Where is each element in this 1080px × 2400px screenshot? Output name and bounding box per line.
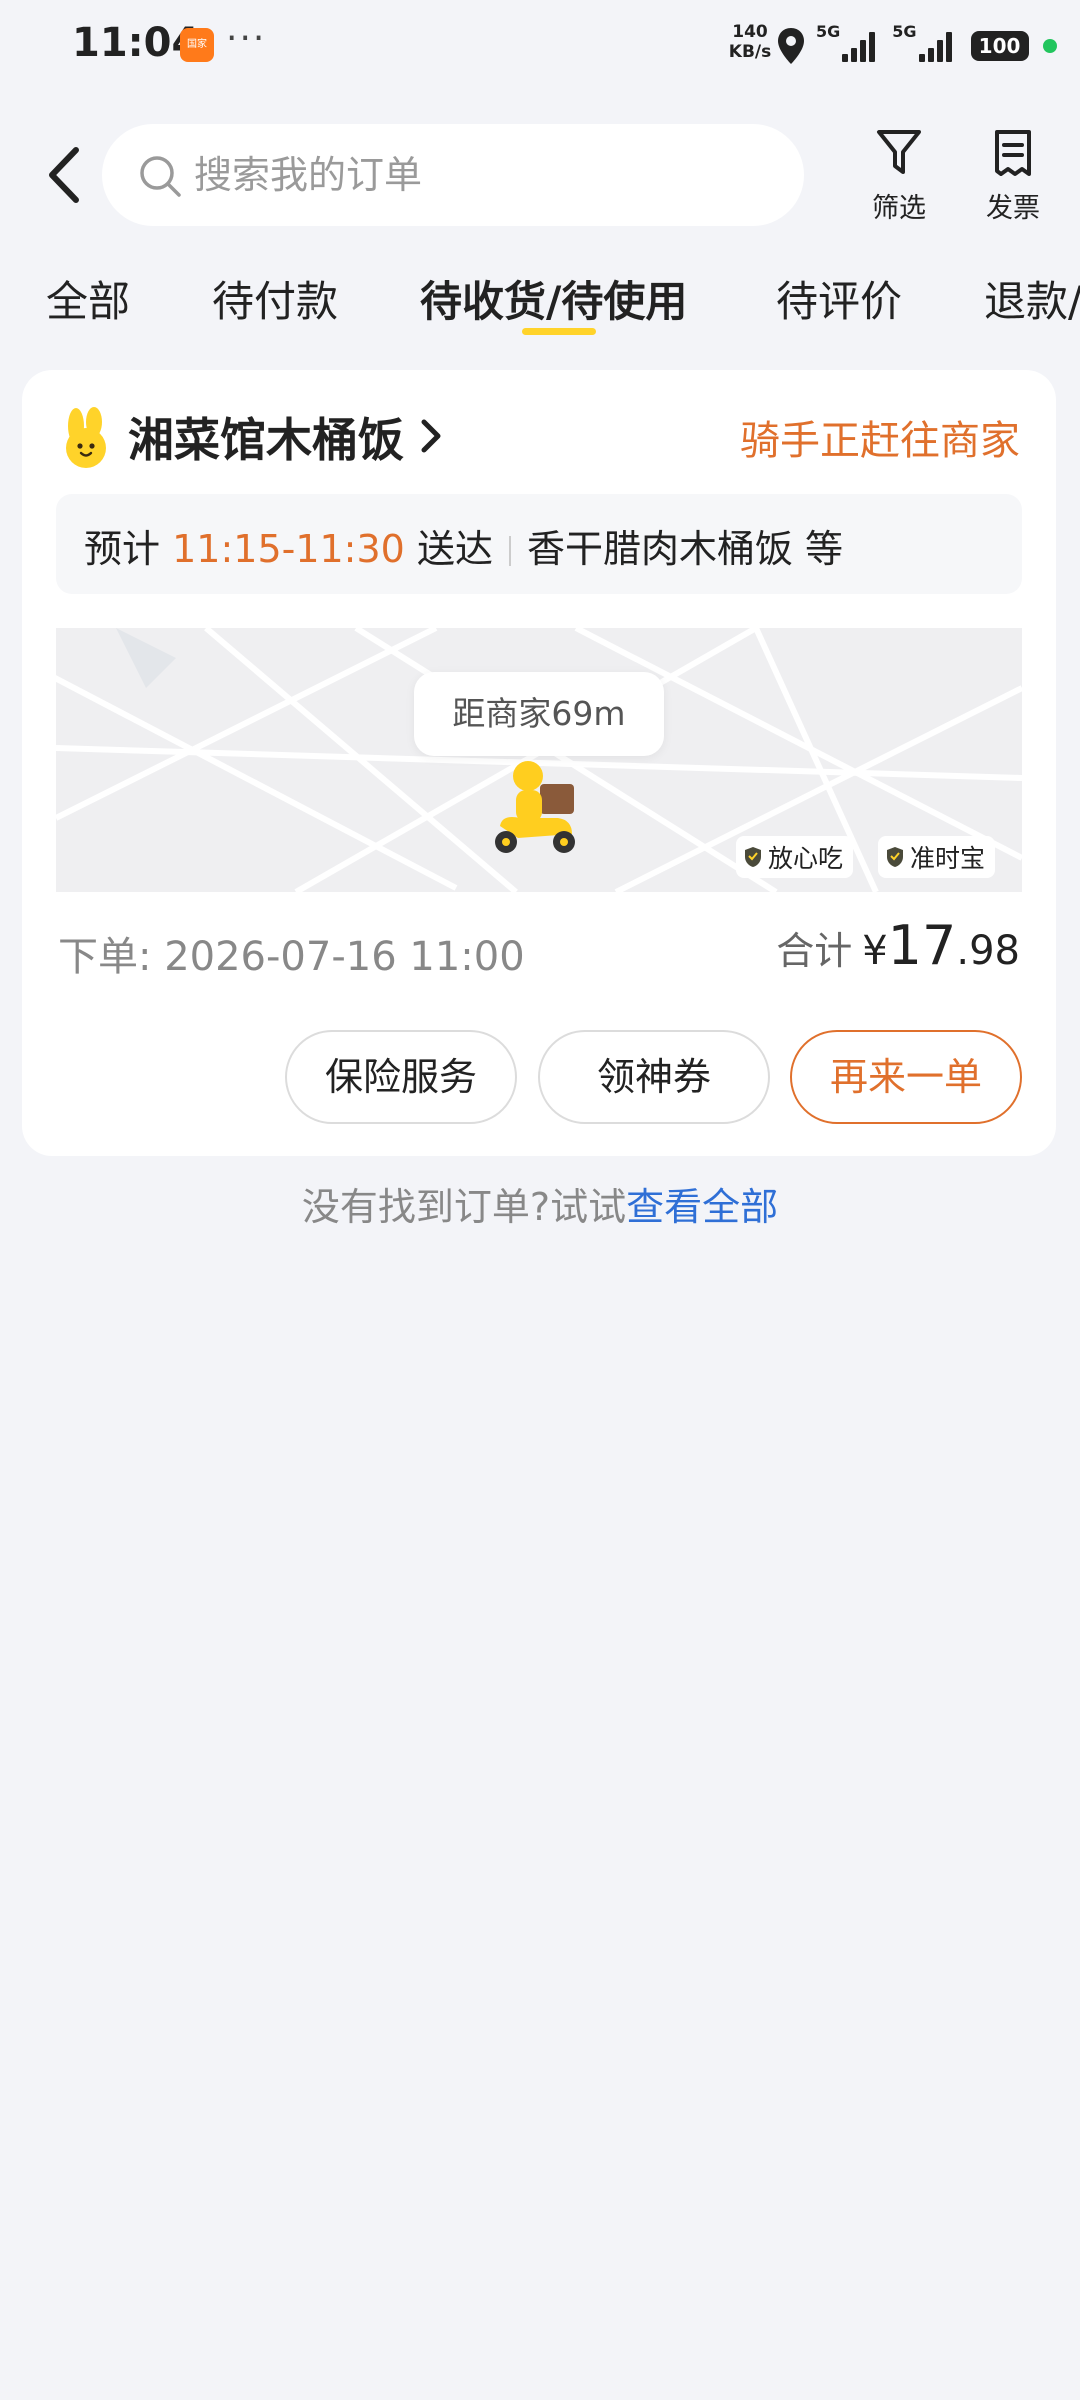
delivery-eta-box: 预计 11:15-11:30 送达 香干腊肉木桶饭 等 [56,494,1022,594]
safe-food-badge: 放心吃 [736,836,854,878]
shop-name[interactable]: 湘菜馆木桶饭 [128,404,404,470]
status-icons: 5G 5G 100 [776,22,1057,70]
eta-prefix: 预计 [84,527,161,571]
distance-bubble: 距商家69m [414,672,664,756]
tab-pending-payment[interactable]: 待付款 [212,268,338,329]
tab-pending-review[interactable]: 待评价 [776,268,902,329]
on-time-badge: 准时宝 [878,836,996,878]
active-tab-indicator [522,328,596,335]
tab-refund[interactable]: 退款/ [984,268,1080,329]
get-coupon-button[interactable]: 领神券 [538,1030,770,1124]
delivery-eta: 预计 11:15-11:30 送达 香干腊肉木桶饭 等 [84,518,843,573]
tab-all[interactable]: 全部 [46,268,130,329]
filter-label: 筛选 [872,193,926,224]
app-notification-icon: 国家 [180,28,214,62]
receipt-icon [995,130,1031,176]
network-5g-label-1: 5G [816,22,841,41]
network-speed-value: 140 [732,22,768,42]
chevron-left-icon [49,147,79,203]
safe-food-label: 放心吃 [768,844,844,873]
eta-time: 11:15-11:30 [172,527,405,571]
shield-icon [887,847,903,867]
filter-button[interactable]: 筛选 [854,128,944,225]
search-placeholder: 搜索我的订单 [194,153,423,197]
network-speed: 140 KB/s [724,22,776,62]
invoice-label: 发票 [986,193,1040,224]
order-status: 骑手正赶往商家 [740,418,1020,464]
reorder-button[interactable]: 再来一单 [790,1030,1022,1124]
back-button[interactable] [38,142,90,208]
order-time: 下单: 2026-07-16 11:00 [58,924,525,982]
on-time-label: 准时宝 [910,844,986,873]
order-card[interactable]: 湘菜馆木桶饭 骑手正赶往商家 预计 11:15-11:30 送达 香干腊肉木桶饭 … [22,370,1056,1156]
eta-divider [508,536,511,566]
view-all-link[interactable]: 查看全部 [626,1185,778,1229]
eta-suffix: 送达 [416,527,493,571]
shop-logo-icon [66,407,106,468]
network-5g-label-2: 5G [892,22,917,41]
location-icon [778,28,804,64]
items-summary: 香干腊肉木桶饭 等 [526,527,844,571]
currency-symbol: ¥ [862,928,888,974]
order-time-value: 2026-07-16 11:00 [164,934,525,980]
no-order-hint: 没有找到订单?试试查看全部 [0,1176,1080,1231]
delivery-rider-icon [495,761,575,853]
privacy-indicator-dot [1042,39,1057,53]
total-integer: 17 [887,914,957,977]
network-speed-unit: KB/s [728,42,772,62]
chevron-right-icon [421,419,441,453]
tab-pending-receipt[interactable]: 待收货/待使用 [420,268,687,329]
signal-icon-1 [842,30,878,62]
battery-icon: 100 [970,31,1029,61]
search-icon [140,156,181,197]
signal-icon-2 [918,30,955,62]
shield-icon [745,847,761,867]
order-total: 合计 ¥17.98 [776,914,1020,977]
order-time-label: 下单: [58,934,152,980]
invoice-button[interactable]: 发票 [968,128,1058,225]
no-order-hint-text: 没有找到订单?试试 [301,1185,627,1229]
search-input[interactable]: 搜索我的订单 [102,124,804,226]
status-bar: 11:04 国家 ··· 140 KB/s 5G 5G 100 [0,0,1080,92]
more-notifications-icon: ··· [226,18,267,59]
delivery-map[interactable]: 距商家69m 放心吃 准时宝 [56,628,1022,892]
total-label: 合计 [776,929,853,973]
filter-icon [877,130,921,174]
total-decimal: .98 [956,928,1020,974]
insurance-service-button[interactable]: 保险服务 [285,1030,517,1124]
